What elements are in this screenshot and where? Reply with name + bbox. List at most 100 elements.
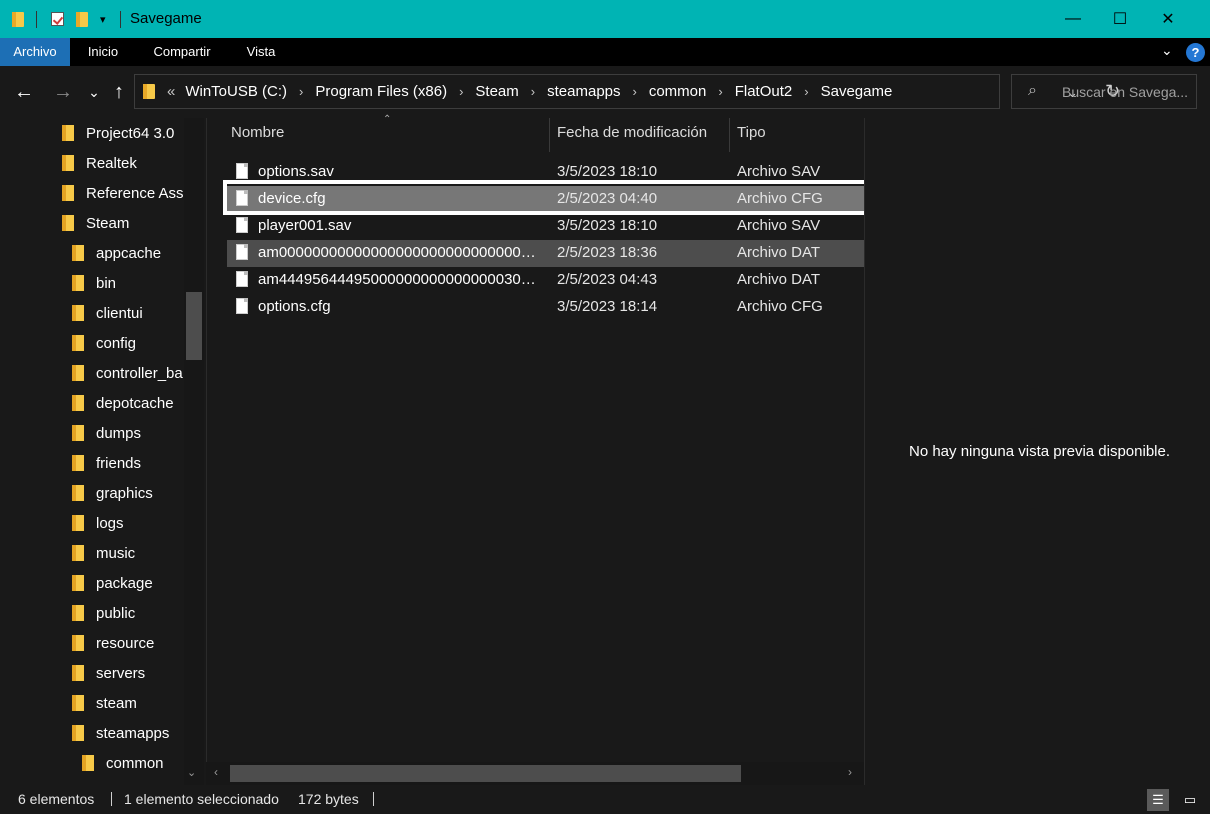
scrollbar-thumb[interactable] (186, 292, 202, 360)
tree-item[interactable]: steamapps (72, 718, 169, 748)
folder-icon (72, 665, 84, 681)
tree-item[interactable]: music (72, 538, 135, 568)
help-button[interactable]: ? (1186, 43, 1205, 62)
folder-icon (72, 485, 84, 501)
tree-item-label: clientui (96, 304, 143, 322)
column-header-name[interactable]: Nombre (231, 124, 284, 141)
tree-item[interactable]: clientui (72, 298, 143, 328)
file-type: Archivo DAT (737, 271, 821, 288)
maximize-button[interactable]: ☐ (1097, 0, 1143, 38)
chevron-right-icon[interactable]: › (804, 84, 808, 99)
tree-item-label: Realtek (86, 154, 137, 172)
tree-item[interactable]: depotcache (72, 388, 174, 418)
chevron-right-icon[interactable]: › (299, 84, 303, 99)
file-row-hovered[interactable]: am000000000000000000000000000000000... 2… (227, 240, 864, 267)
properties-icon[interactable] (51, 0, 64, 38)
horizontal-scrollbar[interactable]: ‹ › (206, 762, 864, 785)
folder-icon (72, 335, 84, 351)
details-view-icon[interactable]: ☰ (1147, 789, 1169, 811)
tree-item[interactable]: Reference Asse (62, 178, 192, 208)
breadcrumb-item[interactable]: Savegame (821, 83, 893, 100)
chevron-down-icon[interactable]: ⌄ (187, 766, 196, 779)
tree-item-label: dumps (96, 424, 142, 442)
breadcrumb-item[interactable]: Steam (475, 83, 518, 100)
customize-toolbar-icon[interactable]: ▾ (100, 0, 106, 38)
tree-item[interactable]: Project64 3.0 (62, 118, 174, 148)
tree-item-label: Steam (86, 214, 130, 232)
folder-icon (72, 395, 84, 411)
folder-icon (62, 155, 74, 171)
tree-item-label: package (96, 574, 153, 592)
folder-icon (62, 215, 74, 231)
forward-button[interactable]: → (49, 78, 77, 106)
tree-item[interactable]: graphics (72, 478, 153, 508)
tree-item[interactable]: package (72, 568, 153, 598)
expand-ribbon-icon[interactable]: ⌄ (1161, 42, 1173, 59)
tree-item[interactable]: Steam (62, 208, 129, 238)
breadcrumb-item[interactable]: FlatOut2 (735, 83, 793, 100)
tree-item[interactable]: Realtek (62, 148, 137, 178)
breadcrumb: « WinToUSB (C:) › Program Files (x86) › … (143, 75, 892, 108)
tab-inicio[interactable]: Inicio (78, 38, 128, 66)
file-icon (236, 244, 248, 260)
tree-item[interactable]: resource (72, 628, 154, 658)
breadcrumb-overflow[interactable]: « (167, 83, 175, 100)
search-input[interactable]: ⌕ Buscar en Savega... (1011, 74, 1197, 109)
tree-item-label: steamapps (96, 724, 170, 742)
file-name: player001.sav (258, 217, 352, 234)
address-bar[interactable]: « WinToUSB (C:) › Program Files (x86) › … (134, 74, 1120, 109)
tree-item[interactable]: dumps (72, 418, 141, 448)
scrollbar-thumb[interactable] (230, 765, 741, 782)
chevron-left-icon[interactable]: ‹ (214, 765, 218, 779)
tree-item-label: bin (96, 274, 117, 292)
tree-item-label: appcache (96, 244, 162, 262)
tree-item-label: Reference Asse (86, 184, 192, 202)
folder-icon (72, 365, 84, 381)
folder-icon (72, 305, 84, 321)
tree-item[interactable]: controller_ba (72, 358, 183, 388)
tree-item[interactable]: friends (72, 448, 141, 478)
new-folder-icon[interactable] (76, 0, 88, 38)
recent-locations-button[interactable]: ⌄ (80, 78, 108, 106)
breadcrumb-item[interactable]: WinToUSB (C:) (185, 83, 287, 100)
column-header-type[interactable]: Tipo (737, 124, 766, 141)
tree-item-label: steam (96, 694, 137, 712)
breadcrumb-item[interactable]: common (649, 83, 707, 100)
back-button[interactable]: ← (10, 78, 38, 106)
chevron-right-icon[interactable]: › (633, 84, 637, 99)
tree-item[interactable]: servers (72, 658, 145, 688)
folder-icon (72, 575, 84, 591)
tree-item[interactable]: common (82, 748, 164, 778)
chevron-right-icon[interactable]: › (459, 84, 463, 99)
chevron-right-icon[interactable]: › (718, 84, 722, 99)
folder-icon (72, 725, 84, 741)
nav-scrollbar[interactable]: ⌄ (184, 118, 204, 785)
tab-vista[interactable]: Vista (236, 38, 286, 66)
file-type: Archivo SAV (737, 217, 821, 234)
tree-item[interactable]: public (72, 598, 135, 628)
tab-archivo[interactable]: Archivo (0, 38, 70, 66)
tree-item[interactable]: config (72, 328, 136, 358)
file-row[interactable]: player001.sav 3/5/2023 18:10 Archivo SAV (227, 213, 864, 240)
file-row[interactable]: options.cfg 3/5/2023 18:14 Archivo CFG (227, 294, 864, 321)
minimize-button[interactable]: — (1050, 0, 1096, 38)
column-header-date[interactable]: Fecha de modificación (557, 124, 707, 141)
file-icon (236, 163, 248, 179)
large-icons-view-icon[interactable]: ▭ (1179, 789, 1201, 811)
file-date: 2/5/2023 18:36 (557, 244, 658, 261)
tree-item[interactable]: bin (72, 268, 116, 298)
up-button[interactable]: ↑ (105, 78, 133, 106)
tree-item[interactable]: steam (72, 688, 137, 718)
tree-item-label: depotcache (96, 394, 174, 412)
breadcrumb-item[interactable]: steamapps (547, 83, 620, 100)
tab-compartir[interactable]: Compartir (144, 38, 220, 66)
tree-item[interactable]: appcache (72, 238, 161, 268)
breadcrumb-item[interactable]: Program Files (x86) (315, 83, 447, 100)
tree-item-label: public (96, 604, 136, 622)
chevron-right-icon[interactable]: › (531, 84, 535, 99)
file-row[interactable]: am4449564449500000000000000003081... 2/5… (227, 267, 864, 294)
tree-item[interactable]: logs (72, 508, 124, 538)
folder-icon (72, 545, 84, 561)
close-button[interactable]: ✕ (1145, 0, 1191, 38)
chevron-right-icon[interactable]: › (848, 765, 852, 779)
